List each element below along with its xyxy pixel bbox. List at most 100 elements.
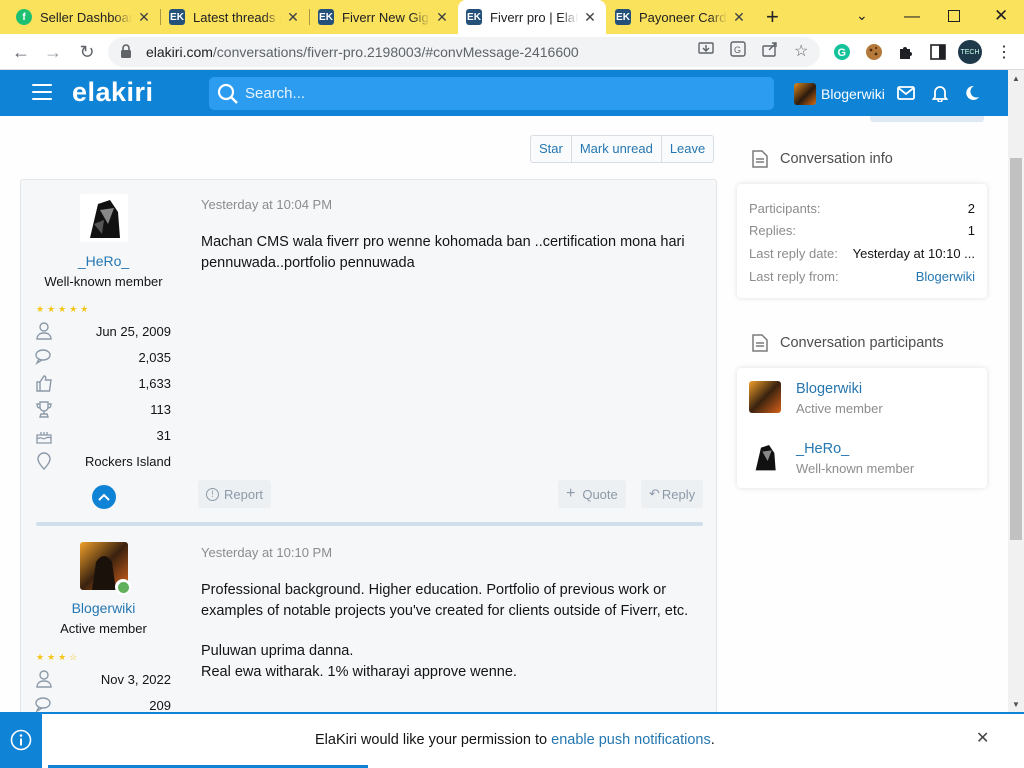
last-reply-date-row: Last reply date: Yesterday at 10:10 ...: [749, 246, 975, 261]
message-author[interactable]: _HeRo_: [21, 253, 186, 269]
share-icon[interactable]: [762, 41, 778, 60]
bookmark-star-icon[interactable]: ☆: [794, 41, 808, 61]
participant-role: Well-known member: [796, 461, 915, 476]
extensions-puzzle-icon[interactable]: [894, 40, 918, 64]
restore-window-icon[interactable]: [948, 10, 960, 22]
participant-name[interactable]: Blogerwiki: [796, 381, 862, 397]
browser-tab-fiverr-new-gig[interactable]: EK Fiverr New Gig Po ✕: [310, 0, 458, 34]
close-window-icon[interactable]: ✕: [994, 6, 1008, 26]
message-date[interactable]: Yesterday at 10:04 PM: [201, 197, 701, 212]
inbox-envelope-icon[interactable]: [896, 83, 916, 103]
star-button[interactable]: Star: [531, 136, 572, 162]
user-title: Active member: [60, 621, 147, 636]
avatar: [794, 83, 816, 105]
dark-mode-moon-icon[interactable]: [962, 83, 982, 103]
elakiri-favicon-icon: EK: [615, 9, 631, 25]
message-text: Puluwan uprima danna.: [201, 643, 354, 659]
user-icon: [36, 322, 52, 340]
browser-tab-latest-threads[interactable]: EK Latest threads | Ela ✕: [161, 0, 309, 34]
search-input[interactable]: [245, 85, 745, 102]
leave-button[interactable]: Leave: [662, 136, 713, 162]
search-bar[interactable]: [209, 77, 774, 110]
avatar[interactable]: [80, 194, 128, 242]
cookie-extension-icon[interactable]: [862, 40, 886, 64]
message-text: Professional background. Higher educatio…: [201, 582, 689, 619]
close-tab-icon[interactable]: ✕: [285, 9, 301, 26]
report-icon: !: [206, 487, 219, 501]
site-header: elakiri Blogerwiki: [0, 70, 1012, 116]
participant-item[interactable]: Blogerwiki Active member: [749, 381, 975, 427]
close-tab-icon[interactable]: ✕: [731, 9, 747, 26]
message-date[interactable]: Yesterday at 10:10 PM: [201, 545, 701, 560]
translate-icon[interactable]: G: [730, 41, 746, 60]
message-count: 209: [149, 698, 171, 712]
close-tab-icon[interactable]: ✕: [136, 9, 152, 26]
message: Blogerwiki Active member ★★★☆ Nov 3, 202…: [21, 528, 718, 712]
reply-button[interactable]: ↶ Reply: [641, 480, 704, 508]
close-tab-icon[interactable]: ✕: [582, 9, 598, 26]
avatar[interactable]: [749, 441, 781, 473]
install-app-icon[interactable]: [698, 41, 714, 60]
tab-title: Fiverr New Gig Po: [342, 9, 430, 25]
tab-title: Latest threads | Ela: [193, 9, 281, 25]
rating-stars: ★★★★★: [36, 304, 92, 314]
elakiri-favicon-icon: EK: [318, 9, 334, 25]
user-title: Well-known member: [44, 274, 163, 289]
report-button[interactable]: ! Report: [198, 480, 272, 508]
info-icon: [0, 712, 42, 768]
forward-arrow-icon[interactable]: →: [38, 37, 68, 67]
online-status-icon: [115, 579, 131, 595]
participant-name[interactable]: _HeRo_: [796, 441, 849, 457]
browser-menu-icon[interactable]: ⋮: [992, 40, 1016, 64]
trophy-icon: [36, 401, 52, 418]
lock-icon[interactable]: [120, 43, 134, 61]
mark-unread-button[interactable]: Mark unread: [572, 136, 662, 162]
message-author[interactable]: Blogerwiki: [21, 600, 186, 616]
grammarly-extension-icon[interactable]: G: [830, 40, 854, 64]
quote-button[interactable]: + Quote: [558, 480, 626, 508]
scroll-down-arrow-icon[interactable]: ▼: [1012, 700, 1020, 709]
tab-search-chevron-icon[interactable]: ⌄: [856, 7, 868, 24]
conversation-info-card: Participants: 2 Replies: 1 Last reply date…: [737, 184, 987, 298]
minimize-window-icon[interactable]: —: [904, 8, 920, 26]
close-tab-icon[interactable]: ✕: [434, 9, 450, 26]
scrollbar-thumb[interactable]: [1010, 158, 1022, 540]
user-age: 31: [156, 428, 171, 443]
fiverr-favicon-icon: f: [16, 9, 32, 25]
back-arrow-icon[interactable]: ←: [6, 37, 36, 67]
hamburger-menu-icon[interactable]: [32, 84, 52, 102]
avatar[interactable]: [749, 381, 781, 413]
side-panel-icon[interactable]: [926, 40, 950, 64]
replies-row: Replies: 1: [749, 223, 975, 238]
browser-tab-seller-dashboard[interactable]: f Seller Dashboard ✕: [8, 0, 160, 34]
last-reply-user-link[interactable]: Blogerwiki: [916, 269, 975, 284]
header-dropdown-edge: [870, 116, 984, 122]
participant-item[interactable]: _HeRo_ Well-known member: [749, 441, 975, 487]
alerts-bell-icon[interactable]: [930, 83, 950, 103]
conversation-participants-heading: Conversation participants: [752, 334, 944, 352]
account-username: Blogerwiki: [821, 86, 885, 102]
elakiri-favicon-icon: EK: [169, 9, 185, 25]
browser-tab-fiverr-pro[interactable]: EK Fiverr pro | ElaKiri ✕: [458, 0, 606, 34]
message-body: Yesterday at 10:10 PM Professional backg…: [201, 545, 701, 683]
conversation-info-heading: Conversation info: [752, 150, 893, 168]
collapse-user-info-button[interactable]: [92, 485, 116, 509]
plus-icon: +: [566, 485, 576, 502]
page-scrollbar[interactable]: ▲ ▼: [1008, 70, 1024, 712]
close-icon[interactable]: ✕: [976, 728, 989, 748]
profile-avatar[interactable]: TECH: [958, 40, 982, 64]
conversation-actions: Star Mark unread Leave: [530, 135, 715, 163]
browser-tab-payoneer-card[interactable]: EK Payoneer Card | E ✕: [607, 0, 755, 34]
tab-title: Payoneer Card | E: [639, 9, 727, 25]
new-tab-button[interactable]: +: [766, 4, 779, 30]
conversation-participants-card: Blogerwiki Active member _HeRo_ Well-kno…: [737, 368, 987, 488]
message-count: 2,035: [138, 350, 171, 365]
account-menu[interactable]: Blogerwiki: [794, 83, 885, 105]
site-logo[interactable]: elakiri: [72, 77, 154, 108]
scroll-up-arrow-icon[interactable]: ▲: [1012, 74, 1020, 83]
message-text: Machan CMS wala fiverr pro wenne kohomad…: [201, 234, 685, 271]
reload-icon[interactable]: ↻: [72, 37, 102, 67]
tab-title: Fiverr pro | ElaKiri: [490, 9, 578, 25]
message-divider: [36, 522, 703, 526]
enable-push-notifications-link[interactable]: enable push notifications: [551, 732, 711, 748]
